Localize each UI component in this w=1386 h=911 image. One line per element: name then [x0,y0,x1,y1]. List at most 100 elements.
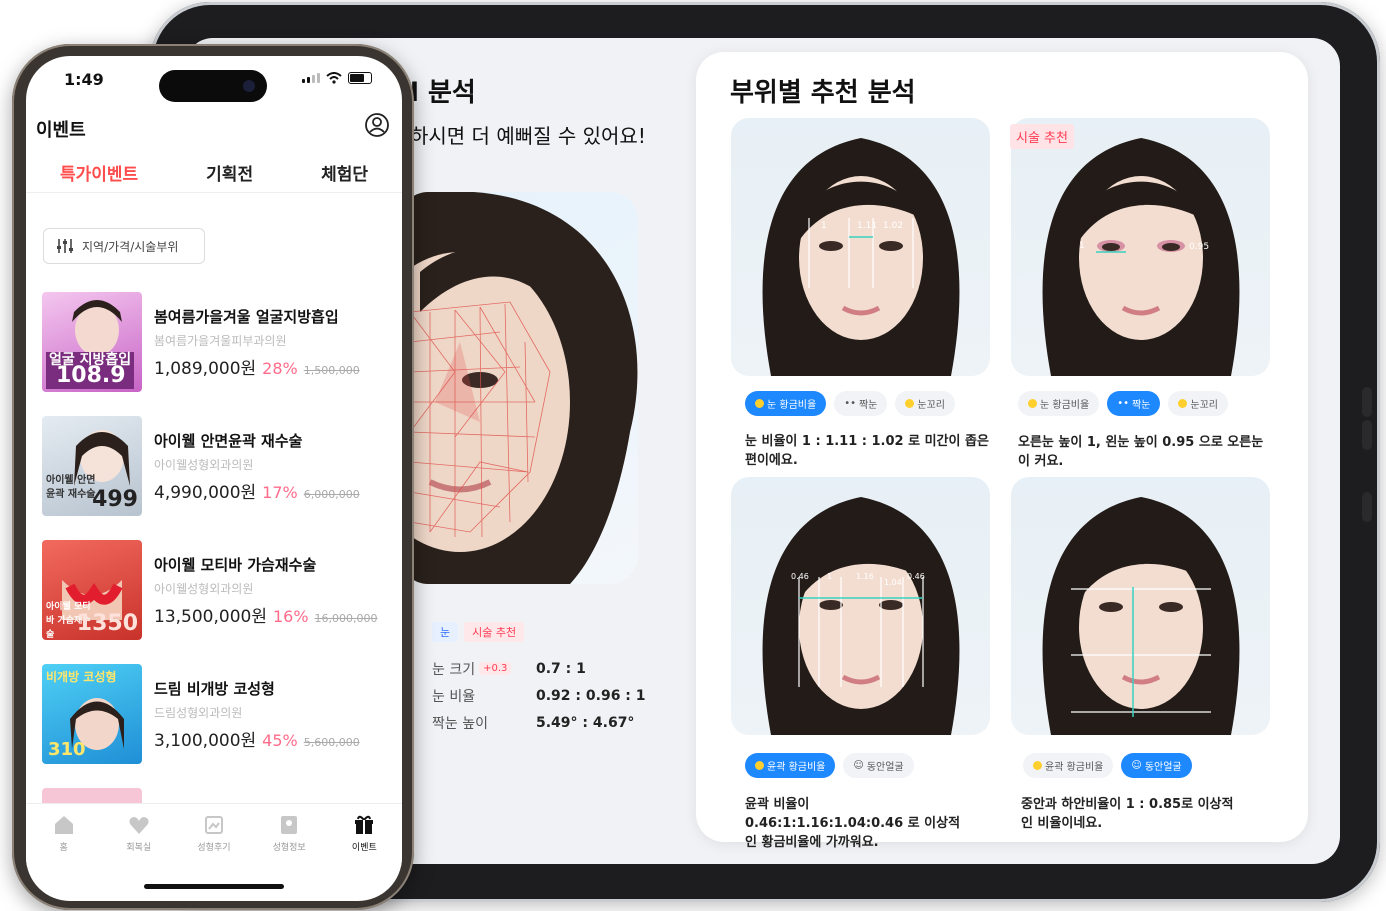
stage: l 분석 하시면 더 예뻐질 수 있어요! 눈 시술 추천 눈 크기 +0.3 0… [0,0,1386,911]
overlay-label: 1.11 [857,221,877,231]
event-price-row: 3,100,000원 45% 5,600,000 [154,726,360,751]
cat-icon [905,399,915,408]
chip-contour-golden-ratio[interactable]: 윤곽 황금비율 [1023,753,1114,778]
nav-reviews[interactable]: 성형후기 [184,804,244,867]
heart-icon [755,399,764,408]
wifi-icon [326,72,342,84]
chip-eye-tail[interactable]: 눈꼬리 [1168,391,1228,416]
face-icon: ☺ [853,760,864,771]
camera-icon [243,80,255,92]
chip-uneven-eyes[interactable]: •• 짝눈 [834,391,888,416]
event-discount: 17% [262,483,298,502]
recommend-desc: 눈 비율이 1 : 1.11 : 1.02 로 미간이 좁은 편이에요. [745,434,989,468]
metric-value: 0.7 : 1 [536,660,586,677]
chip-contour-golden-ratio[interactable]: 윤곽 황금비율 [745,753,836,778]
overlay-label: 1 [1079,241,1085,251]
event-thumbnail: 얼굴 지방흡입 108.9 [42,292,142,392]
home-icon [54,816,73,834]
chip-eye-golden-ratio[interactable]: 눈 황금비율 [1018,391,1100,416]
status-icons [302,72,372,84]
event-thumbnail: 비개방 코성형 310 [42,664,142,764]
chip-youthful-face[interactable]: ☺ 동안얼굴 [1121,753,1192,778]
event-clinic: 드림성형외과의원 [154,706,243,720]
event-item[interactable]: 얼굴 지방흡입 108.9 봄여름가을겨울 얼굴지방흡입 봄여름가을겨울피부과의… [42,292,392,416]
recommend-desc: 오른눈 높이 1, 왼눈 높이 0.95 으로 오른눈이 커요. [1018,435,1264,469]
overlay-label: 0.95 [1189,242,1209,252]
bottom-nav: 홈 회복실 성형후기 성형정보 이벤트 [26,803,402,867]
event-price: 4,990,000원 [154,483,257,503]
recommend-desc: 윤곽 비율이 0.46:1:1.16:1.04:0.46 로 이상적인 황금비율… [745,797,961,850]
chip-eye-golden-ratio[interactable]: 눈 황금비율 [745,391,827,416]
tag-eye: 눈 [432,622,459,642]
chip-eye-tail[interactable]: 눈꼬리 [895,391,955,416]
event-original-price: 6,000,000 [303,488,360,501]
metric-value: 0.92 : 0.96 : 1 [536,687,646,704]
thumb-price: 1350 [76,611,138,636]
event-price: 1,089,000원 [154,359,257,379]
event-price-row: 4,990,000원 17% 6,000,000 [154,478,360,503]
nav-home[interactable]: 홈 [34,804,94,867]
heart-icon [755,761,764,770]
tab-special-event[interactable]: 특가이벤트 [60,152,138,192]
home-indicator [144,884,284,889]
event-item[interactable]: 비개방 코성형 310 드림 비개방 코성형 드림성형외과의원 3,100,00… [42,664,392,788]
nav-events[interactable]: 이벤트 [334,804,394,867]
event-original-price: 1,500,000 [303,364,360,377]
page-title: 이벤트 [36,120,86,141]
event-discount: 28% [262,359,298,378]
event-clinic: 아이웰성형외과의원 [154,582,254,596]
event-thumbnail: 아이웰 안면윤곽 재수술 499 [42,416,142,516]
status-time: 1:49 [64,70,104,89]
event-list: 얼굴 지방흡입 108.9 봄여름가을겨울 얼굴지방흡입 봄여름가을겨울피부과의… [42,292,392,808]
recommend-badge: 시술 추천 [1010,124,1074,149]
tablet-side-button [1362,387,1372,417]
metric-plus: +0.3 [479,662,512,675]
chip-row: 윤곽 황금비율 ☺ 동안얼굴 [745,753,914,778]
face-icon: ☺ [1131,760,1142,771]
signal-icon [302,73,320,83]
tablet-side-button [1362,420,1372,450]
event-price-row: 1,089,000원 28% 1,500,000 [154,354,360,379]
heart-icon [1028,399,1037,408]
eyes-icon: •• [844,398,856,409]
tab-experience[interactable]: 체험단 [321,152,368,192]
dynamic-island [159,70,267,102]
event-item[interactable]: 아이웰 안면윤곽 재수술 499 아이웰 안면윤곽 재수술 아이웰성형외과의원 … [42,416,392,540]
thumb-price: 499 [92,487,138,512]
overlay-label: 0.46 [907,572,925,581]
nav-info[interactable]: 성형정보 [259,804,319,867]
metric-row: 눈 비율 0.92 : 0.96 : 1 [432,682,646,709]
analysis-subtitle: 하시면 더 예뻐질 수 있어요! [410,124,646,148]
event-clinic: 아이웰성형외과의원 [154,458,254,472]
event-title: 봄여름가을겨울 얼굴지방흡입 [154,308,339,326]
battery-icon [348,72,372,84]
face-photo-eye-ratio: 1 1.11 1.02 [731,118,990,376]
filter-button[interactable]: 지역/가격/시술부위 [43,228,205,264]
review-icon [204,816,223,834]
chip-uneven-eyes[interactable]: •• 짝눈 [1107,391,1161,416]
chip-row: 윤곽 황금비율 ☺ 동안얼굴 [1023,753,1192,778]
metric-label: 눈 크기 [432,661,476,678]
event-tabs: 특가이벤트 기획전 체험단 [26,152,402,192]
event-price-row: 13,500,000원 16% 16,000,000 [154,602,378,627]
event-item[interactable]: 아이웰 모티바 가슴재수술 1350 아이웰 모티바 가슴재수술 아이웰성형외과… [42,540,392,664]
overlay-label: 1 [821,221,827,231]
face-photo-youthful [1011,477,1270,735]
thumb-label: 아이웰 안면윤곽 재수술 [46,475,96,500]
analysis-tags: 눈 시술 추천 [432,622,525,642]
nav-recovery[interactable]: 회복실 [109,804,169,867]
recommend-desc: 중안과 하안비율이 1 : 0.85로 이상적인 비율이네요. [1021,797,1234,831]
profile-icon[interactable] [364,112,390,138]
gift-icon [355,815,374,834]
tab-exhibition[interactable]: 기획전 [206,152,253,192]
event-thumbnail: 아이웰 모티바 가슴재수술 1350 [42,540,142,640]
cat-icon [1178,399,1188,408]
event-original-price: 16,000,000 [314,612,378,625]
filter-icon [57,239,73,253]
event-price: 13,500,000원 [154,607,267,627]
recommend-title: 부위별 추천 분석 [730,78,916,108]
thumb-price: 310 [48,739,86,760]
face-mesh-photo [400,192,638,584]
chip-youthful-face[interactable]: ☺ 동안얼굴 [843,753,914,778]
metric-label: 눈 비율 [432,688,476,705]
